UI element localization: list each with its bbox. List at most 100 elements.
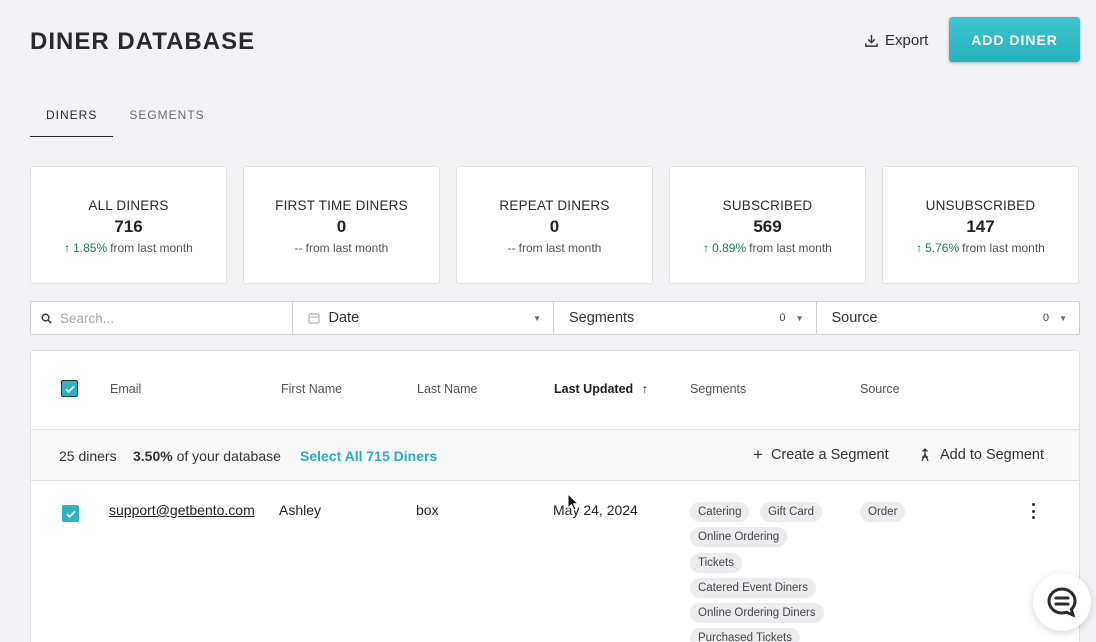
stat-delta-pct: 5.76% — [925, 240, 960, 255]
stat-delta-text: from last month — [110, 240, 193, 255]
search-icon — [41, 313, 52, 324]
selection-bar: 25 diners 3.50% of your database Select … — [31, 429, 1079, 481]
row-menu-kebab-icon[interactable] — [1025, 501, 1041, 521]
caret-down-icon: ▼ — [533, 314, 541, 323]
download-icon — [865, 34, 878, 47]
segment-chip: Catered Event Diners — [690, 578, 816, 598]
stat-delta-text: from last month — [749, 240, 832, 255]
calendar-icon — [308, 313, 319, 324]
stat-delta-text: from last month — [518, 240, 602, 255]
segments-filter-label: Segments — [569, 310, 635, 326]
segment-chip: Online Ordering Diners — [690, 603, 824, 623]
page-title: DINER DATABASE — [30, 28, 256, 55]
person-add-icon — [921, 448, 929, 462]
segment-chip: Gift Card — [760, 502, 823, 522]
column-header-last-updated-label: Last Updated — [554, 382, 634, 396]
plus-icon: + — [753, 445, 763, 464]
stat-card-unsubscribed: UNSUBSCRIBED 147 ↑ 5.76% from last month — [882, 166, 1079, 284]
stat-label: REPEAT DINERS — [499, 197, 610, 213]
stat-delta-pct: 1.85% — [73, 240, 108, 255]
arrow-up-icon: ↑ — [703, 240, 710, 255]
selected-pct-value: 3.50% — [133, 448, 173, 464]
date-filter-label: Date — [328, 310, 360, 326]
stat-card-subscribed: SUBSCRIBED 569 ↑ 0.89% from last month — [669, 166, 866, 284]
segment-chip: Online Ordering — [690, 527, 788, 547]
segments-filter-count: 0 — [779, 312, 786, 324]
stat-value: 569 — [753, 216, 782, 236]
segment-chip: Purchased Tickets — [690, 628, 800, 642]
column-header-email[interactable]: Email — [110, 382, 141, 396]
stat-card-repeat-diners: REPEAT DINERS 0 -- from last month — [456, 166, 653, 284]
stat-label: UNSUBSCRIBED — [925, 197, 1036, 213]
stat-card-first-time-diners: FIRST TIME DINERS 0 -- from last month — [243, 166, 440, 284]
select-all-checkbox[interactable] — [61, 380, 78, 397]
stat-value: 147 — [966, 216, 995, 236]
stat-delta: ↑ 5.76% from last month — [916, 241, 1045, 255]
caret-down-icon: ▼ — [1059, 314, 1067, 323]
column-header-first-name[interactable]: First Name — [281, 382, 342, 396]
column-header-last-name[interactable]: Last Name — [417, 382, 477, 396]
diners-table: Email First Name Last Name Last Updated … — [30, 350, 1080, 642]
chat-icon — [1047, 587, 1077, 618]
stat-value: 0 — [336, 216, 347, 236]
segments-filter[interactable]: Segments 0 ▼ — [554, 302, 817, 334]
arrow-up-icon: ↑ — [64, 240, 71, 255]
selected-count: 25 diners — [59, 448, 117, 464]
arrow-up-icon: ↑ — [916, 240, 923, 255]
last-name-cell: box — [416, 502, 439, 518]
create-segment-label: Create a Segment — [770, 447, 889, 463]
stat-value: 0 — [549, 216, 560, 236]
tab-bar: DINERS SEGMENTS — [30, 100, 221, 137]
stats-row: ALL DINERS 716 ↑ 1.85% from last month F… — [30, 166, 1079, 284]
sort-arrow-up-icon: ↑ — [641, 382, 648, 396]
tab-segments[interactable]: SEGMENTS — [113, 100, 220, 137]
source-filter[interactable]: Source 0 ▼ — [817, 302, 1080, 334]
stat-delta-pct: -- — [507, 240, 516, 255]
stat-delta: -- from last month — [508, 241, 602, 255]
column-header-source[interactable]: Source — [860, 382, 900, 396]
add-diner-button[interactable]: ADD DINER — [949, 17, 1080, 62]
source-filter-count: 0 — [1042, 312, 1049, 324]
date-filter[interactable]: Date ▼ — [293, 302, 554, 334]
stat-delta: ↑ 0.89% from last month — [703, 241, 832, 255]
search-input[interactable] — [60, 310, 270, 326]
stat-delta-pct: -- — [294, 240, 303, 255]
create-segment-button[interactable]: + Create a Segment — [753, 445, 889, 464]
stat-card-all-diners: ALL DINERS 716 ↑ 1.85% from last month — [30, 166, 227, 284]
stat-delta: -- from last month — [295, 241, 389, 255]
stat-delta-text: from last month — [305, 240, 389, 255]
check-icon — [64, 385, 75, 393]
add-to-segment-button[interactable]: Add to Segment — [919, 447, 1044, 463]
stat-label: FIRST TIME DINERS — [275, 197, 408, 213]
stat-delta-pct: 0.89% — [712, 240, 747, 255]
add-to-segment-label: Add to Segment — [940, 447, 1044, 463]
mouse-cursor-icon — [567, 493, 579, 511]
export-label: Export — [885, 31, 929, 49]
caret-down-icon: ▼ — [795, 314, 804, 323]
row-checkbox[interactable] — [62, 505, 79, 522]
select-all-link[interactable]: Select All 715 Diners — [300, 448, 437, 464]
stat-delta: ↑ 1.85% from last month — [64, 241, 193, 255]
export-button[interactable]: Export — [864, 30, 928, 50]
stat-label: ALL DINERS — [88, 197, 169, 213]
column-header-segments[interactable]: Segments — [690, 382, 746, 396]
source-filter-label: Source — [831, 310, 878, 326]
chat-support-button[interactable] — [1033, 573, 1091, 631]
table-header: Email First Name Last Name Last Updated … — [31, 351, 1079, 429]
search-filter — [31, 302, 293, 334]
stat-value: 716 — [114, 216, 143, 236]
last-updated-cell: May 24, 2024 — [553, 502, 638, 518]
segment-chip: Catering — [690, 502, 750, 522]
column-header-last-updated[interactable]: Last Updated ↑ — [554, 382, 648, 396]
source-chip: Order — [860, 502, 906, 522]
filter-bar: Date ▼ Segments 0 ▼ Source 0 ▼ — [30, 301, 1080, 335]
segment-chip: Tickets — [690, 553, 742, 573]
selected-percentage: 3.50% of your database — [133, 448, 281, 464]
check-icon — [65, 510, 76, 518]
stat-label: SUBSCRIBED — [722, 197, 813, 213]
first-name-cell: Ashley — [279, 502, 322, 518]
stat-delta-text: from last month — [962, 240, 1045, 255]
table-row[interactable]: support@getbento.com Ashley box May 24, … — [31, 481, 1079, 642]
tab-diners[interactable]: DINERS — [30, 100, 114, 137]
email-link[interactable]: support@getbento.com — [109, 502, 255, 518]
